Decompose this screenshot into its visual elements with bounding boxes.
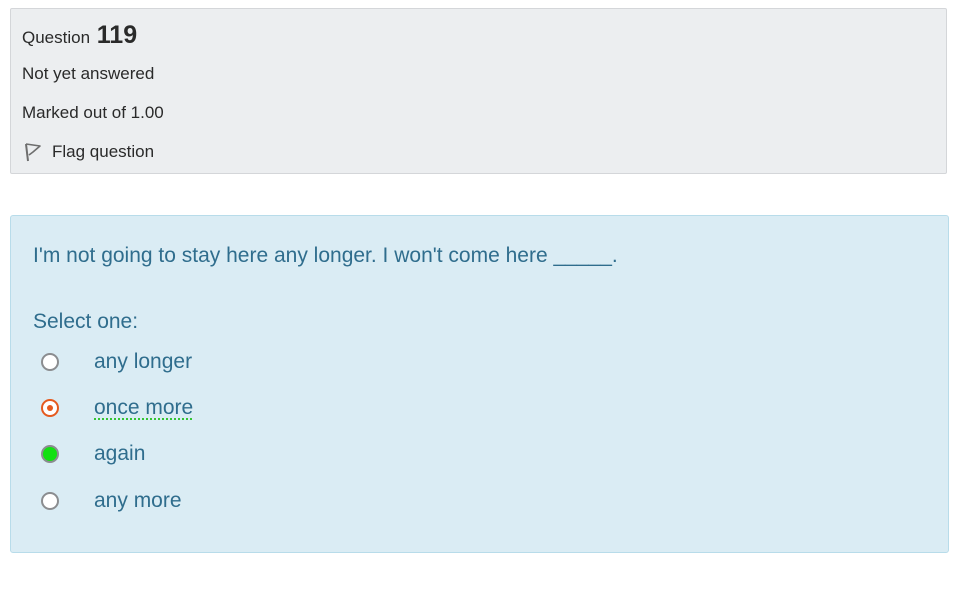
radio-any-more[interactable] — [41, 492, 59, 510]
radio-again[interactable] — [41, 445, 59, 463]
radio-once-more[interactable] — [41, 399, 59, 417]
answer-option-any-more[interactable]: any more — [41, 486, 182, 516]
flag-icon — [22, 141, 44, 163]
question-grade: Marked out of 1.00 — [22, 103, 164, 122]
answer-option-again[interactable]: again — [41, 439, 145, 469]
answer-label: any longer — [94, 350, 193, 373]
question-state: Not yet answered — [22, 64, 155, 83]
answer-option-once-more[interactable]: once more — [41, 393, 193, 423]
answer-label: any more — [94, 489, 182, 512]
question-number: 119 — [96, 21, 138, 49]
answer-label: again — [94, 442, 146, 465]
radio-any-longer[interactable] — [41, 353, 59, 371]
question-label: Question — [22, 28, 91, 47]
select-prompt: Select one: — [33, 310, 139, 333]
question-title: Question 119 — [22, 20, 137, 53]
question-panel: I'm not going to stay here any longer. I… — [10, 215, 949, 553]
flag-question-label: Flag question — [52, 142, 155, 161]
question-info-panel: Question 119 Not yet answered Marked out… — [10, 8, 947, 174]
question-text: I'm not going to stay here any longer. I… — [33, 244, 618, 267]
answer-option-any-longer[interactable]: any longer — [41, 347, 192, 377]
answer-label: once more — [94, 396, 194, 419]
flag-question-link[interactable]: Flag question — [22, 140, 154, 164]
